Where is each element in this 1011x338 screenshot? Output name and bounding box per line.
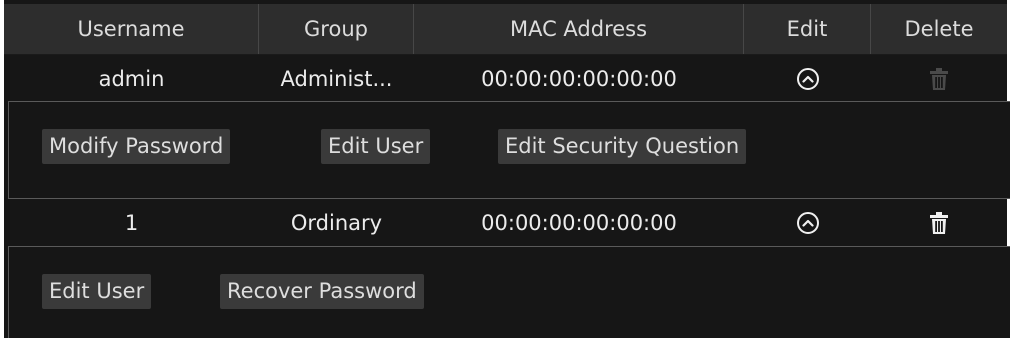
user-actions-panel: Modify Password Edit User Edit Security … <box>8 101 1010 199</box>
table-header: Username Group MAC Address Edit Delete <box>4 4 1007 55</box>
edit-user-button[interactable]: Edit User <box>42 274 152 309</box>
column-header-mac-address: MAC Address <box>414 4 744 54</box>
edit-cell <box>744 200 871 245</box>
mac-address-cell: 00:00:00:00:00:00 <box>481 210 677 235</box>
edit-cell <box>744 56 871 101</box>
group-cell: Administ... <box>280 66 393 91</box>
edit-security-question-button[interactable]: Edit Security Question <box>498 129 747 164</box>
recover-password-button[interactable]: Recover Password <box>220 274 424 309</box>
edit-user-button[interactable]: Edit User <box>321 129 431 164</box>
user-management-table: Username Group MAC Address Edit Delete a… <box>4 0 1010 338</box>
delete-cell <box>871 200 1007 245</box>
trash-icon <box>929 67 949 91</box>
column-header-group: Group <box>259 4 414 54</box>
username-cell: 1 <box>124 210 139 235</box>
column-header-username: Username <box>4 4 259 54</box>
delete-cell <box>871 56 1007 101</box>
username-cell: admin <box>98 66 165 91</box>
chevron-up-circle-icon[interactable] <box>796 211 819 234</box>
modify-password-button[interactable]: Modify Password <box>42 129 231 164</box>
trash-icon[interactable] <box>929 211 949 235</box>
mac-address-cell: 00:00:00:00:00:00 <box>481 66 677 91</box>
table-row[interactable]: 1 Ordinary 00:00:00:00:00:00 <box>4 200 1007 245</box>
group-cell: Ordinary <box>290 210 383 235</box>
chevron-up-circle-icon[interactable] <box>796 67 819 90</box>
table-row[interactable]: admin Administ... 00:00:00:00:00:00 <box>4 56 1007 101</box>
column-header-delete: Delete <box>904 17 974 41</box>
column-header-edit: Edit <box>744 4 871 54</box>
user-actions-panel: Edit User Recover Password <box>8 246 1010 338</box>
